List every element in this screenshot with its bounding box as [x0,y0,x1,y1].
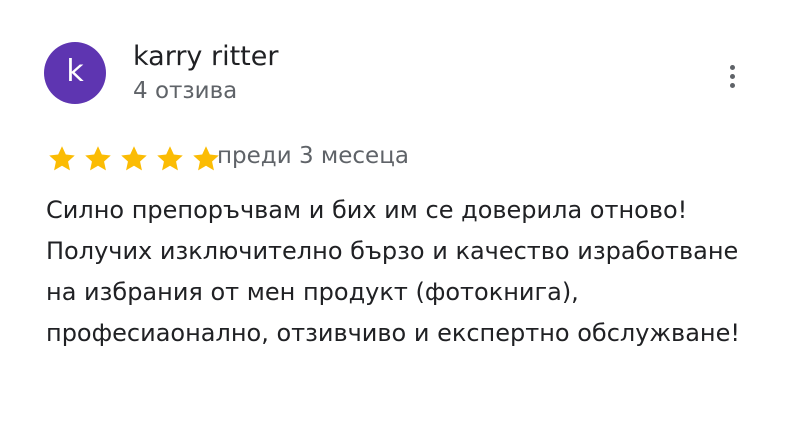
more-vert-icon-dot [729,73,735,79]
review-card: k karry ritter 4 отзива преди 3 месеца С… [0,0,800,426]
star-rating [46,144,222,174]
more-vert-icon-dot [729,82,735,88]
star-icon [121,146,147,171]
avatar[interactable]: k [44,42,106,104]
reviewer-name[interactable]: karry ritter [133,41,278,72]
reviewer-review-count: 4 отзива [133,78,238,104]
more-options-button[interactable] [716,58,748,94]
star-icon [49,146,75,171]
more-vert-icon [729,64,735,70]
star-icon [157,146,183,171]
review-text: Силно препоръчвам и бих им се доверила о… [46,196,740,347]
star-icon [85,146,111,171]
review-date: преди 3 месеца [217,143,409,169]
avatar-letter: k [66,53,84,89]
